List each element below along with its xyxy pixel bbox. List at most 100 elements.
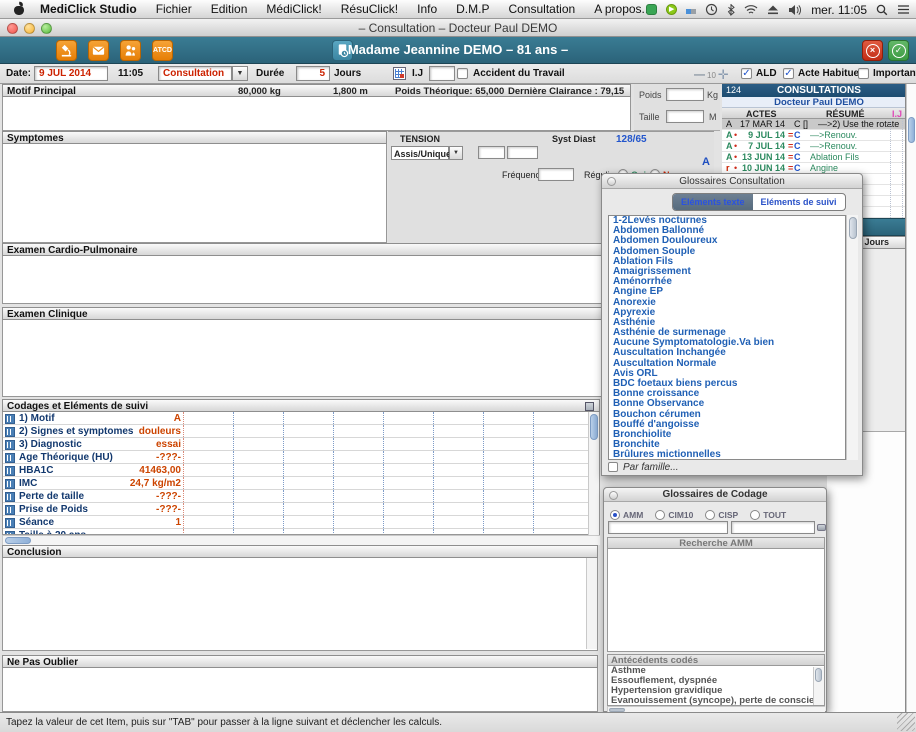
codage-row-value[interactable]: -???- [63, 452, 181, 463]
menu-fichier[interactable]: Fichier [156, 2, 192, 16]
glossaires-consultation-titlebar[interactable]: Glossaires Consultation [602, 174, 862, 189]
motif-principal-textarea[interactable] [2, 97, 631, 131]
codage-row-value[interactable]: -???- [63, 491, 181, 502]
ij-field[interactable] [429, 66, 455, 81]
cardio-textarea[interactable] [2, 256, 631, 304]
glossaire-item-angine-ep[interactable]: Angine EP [609, 287, 845, 297]
col-resume[interactable]: RÉSUMÉ [826, 109, 865, 119]
conclusion-textarea[interactable] [2, 558, 598, 651]
table-grid-icon[interactable] [585, 402, 594, 411]
time-machine-icon[interactable] [705, 3, 718, 16]
codage-row[interactable]: 3) Diagnosticessai [3, 438, 599, 451]
menu-edition[interactable]: Edition [211, 2, 248, 16]
validate-consultation-button[interactable]: ✓ [888, 40, 909, 61]
codage-minus-button[interactable] [817, 524, 826, 531]
glossaire-scroll-thumb[interactable] [849, 217, 857, 239]
syst-field[interactable] [478, 146, 505, 159]
consultation-type-arrow-icon[interactable]: ▼ [232, 66, 248, 81]
glossaire-item-list[interactable]: 1-2Levés nocturnesAbdomen BallonnéAbdome… [608, 215, 846, 460]
apple-menu-icon[interactable] [12, 2, 26, 16]
codage-row[interactable]: Séance1 [3, 516, 599, 529]
antecedents-scrollbar[interactable] [813, 667, 824, 705]
main-vscrollbar[interactable] [906, 84, 916, 712]
stepper-minus-icon[interactable]: — [694, 69, 705, 81]
par-famille-checkbox[interactable] [608, 462, 618, 472]
stepper-plus-icon[interactable]: ✛ [718, 67, 729, 83]
antecedents-list[interactable]: AsthmeEssouflement, dyspnéeHypertension … [607, 666, 825, 706]
codage-row-value[interactable]: essai [63, 439, 181, 450]
consultation-row[interactable]: A•9 JUL 14=C—>Renouv. [722, 130, 905, 141]
codage-search-field2[interactable] [731, 521, 815, 534]
codage-row[interactable]: IMC24,7 kg/m2 [3, 477, 599, 490]
glossaires-codage-titlebar[interactable]: Glossaires de Codage [604, 488, 826, 502]
radio-tout[interactable] [750, 510, 760, 520]
codages-hscrollbar[interactable] [2, 535, 600, 545]
codage-row[interactable]: 1) MotifA [3, 412, 599, 425]
conclusion-scrollbar[interactable] [586, 558, 597, 649]
bluetooth-icon[interactable] [727, 3, 735, 16]
menubar-clock[interactable]: mer. 11:05 [811, 3, 867, 17]
tab-elements-suivi[interactable]: Eléments de suivi [753, 194, 845, 210]
codage-row-value[interactable]: douleurs [63, 426, 181, 437]
antecedent-evanouissement-syncope-perte-de-conscience[interactable]: Evanouissement (syncope), perte de consc… [608, 696, 824, 706]
codages-vscrollbar[interactable] [588, 412, 599, 535]
main-vscroll-thumb[interactable] [908, 117, 915, 143]
glossaire-scrollbar[interactable] [846, 215, 858, 460]
codage-row[interactable]: Prise de Poids-???- [3, 503, 599, 516]
play-tray-icon[interactable]: ▶ [666, 4, 677, 15]
menu-r-suclick[interactable]: RésuClick! [341, 2, 398, 16]
codage-row[interactable]: Age Théorique (HU)-???- [3, 451, 599, 464]
nepasoublier-textarea[interactable] [2, 668, 598, 712]
col-actes[interactable]: ACTES [746, 109, 777, 119]
acte-habituel-checkbox[interactable]: ✓ [783, 68, 794, 79]
antecedents-scroll-thumb[interactable] [815, 668, 822, 682]
tension-position-select[interactable]: Assis/Unique [391, 146, 449, 160]
consultation-row[interactable]: A17 MAR 14C []—>2) Use the rotate [722, 119, 905, 130]
menu-mediclick-studio[interactable]: MediClick Studio [40, 2, 137, 16]
ald-checkbox[interactable]: ✓ [741, 68, 752, 79]
dmp-tray-icon[interactable] [646, 4, 657, 15]
important-checkbox[interactable] [858, 68, 869, 79]
displays-tray-icon[interactable] [686, 3, 696, 17]
font-size-stepper[interactable]: — 10 ✛ [694, 67, 729, 83]
radio-cim10[interactable] [655, 510, 665, 520]
recherche-amm-list[interactable] [607, 549, 825, 652]
menu-a-propos[interactable]: A propos... [594, 2, 651, 16]
codage-row-value[interactable]: 41463,00 [63, 465, 181, 476]
codage-row-value[interactable]: 24,7 kg/m2 [63, 478, 181, 489]
frequence-field[interactable] [538, 168, 574, 181]
codages-table[interactable]: 1) MotifA2) Signes et symptomesdouleurs3… [2, 412, 600, 535]
glossaire-item-br-lures-mictionnelles[interactable]: Brûlures mictionnelles [609, 450, 845, 460]
resize-grip[interactable] [897, 713, 915, 731]
codage-row[interactable]: 2) Signes et symptomesdouleurs [3, 425, 599, 438]
codage-row-value[interactable]: -???- [63, 504, 181, 515]
codage-row[interactable]: HBA1C41463,00 [3, 464, 599, 477]
ij-calendar-icon[interactable] [393, 67, 406, 80]
accident-checkbox[interactable] [457, 68, 468, 79]
duration-field[interactable] [296, 66, 330, 81]
cancel-consultation-button[interactable]: × [862, 40, 883, 61]
consultation-type-select[interactable]: Consultation [158, 66, 232, 81]
taille-field[interactable] [666, 110, 704, 123]
notification-center-icon[interactable] [897, 4, 910, 15]
col-ij[interactable]: I.J [892, 109, 902, 119]
tension-position-arrow-icon[interactable]: ▼ [449, 146, 463, 160]
diast-field[interactable] [507, 146, 538, 159]
eject-icon[interactable] [767, 4, 779, 15]
date-field[interactable] [34, 66, 108, 81]
wifi-icon[interactable] [744, 4, 758, 15]
radio-amm[interactable] [610, 510, 620, 520]
codages-vscroll-thumb[interactable] [590, 414, 598, 440]
consultation-row[interactable]: A•13 JUN 14=CAblation Fils [722, 152, 905, 163]
menu-info[interactable]: Info [417, 2, 437, 16]
codage-row[interactable]: Perte de taille-???- [3, 490, 599, 503]
clinique-textarea[interactable] [2, 320, 631, 397]
codage-row-value[interactable]: A [63, 413, 181, 424]
menu-m-diclick[interactable]: MédiClick! [266, 2, 321, 16]
consultation-row[interactable]: A•7 JUL 14=C—>Renouv. [722, 141, 905, 152]
poids-field[interactable] [666, 88, 704, 101]
palette-close-button[interactable] [607, 177, 616, 186]
radio-cisp[interactable] [705, 510, 715, 520]
menu-consultation[interactable]: Consultation [508, 2, 575, 16]
tab-elements-texte[interactable]: Eléments texte [673, 194, 753, 210]
